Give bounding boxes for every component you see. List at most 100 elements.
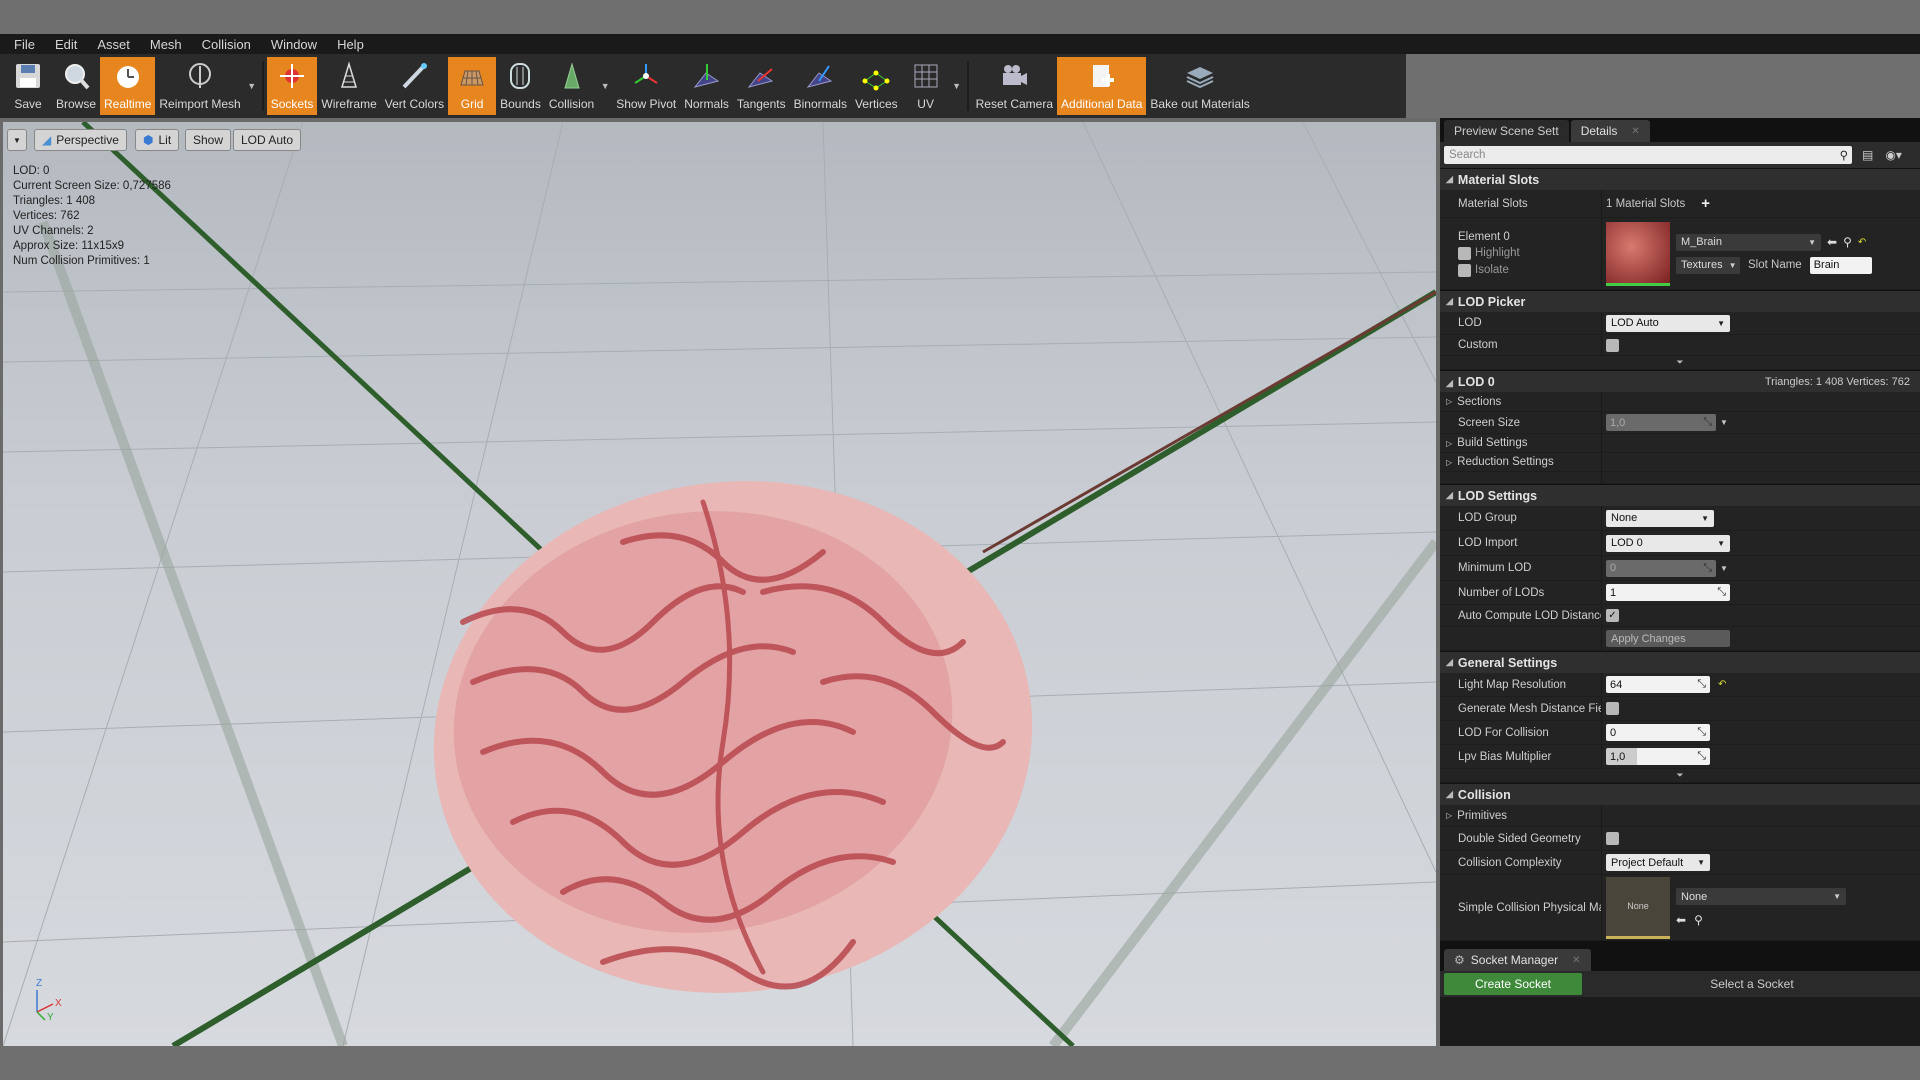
- menu-edit[interactable]: Edit: [45, 37, 87, 52]
- material-thumbnail[interactable]: [1606, 221, 1670, 286]
- use-selected-icon[interactable]: ⬅: [1676, 913, 1686, 927]
- tab-details[interactable]: Details ✕: [1570, 120, 1650, 142]
- distance-field-label: Generate Mesh Distance Fiel: [1440, 697, 1602, 720]
- lod-label: LOD: [1440, 312, 1602, 334]
- slot-name-input[interactable]: Brain: [1809, 256, 1872, 274]
- category-lod-settings[interactable]: ◢ LOD Settings: [1440, 484, 1920, 506]
- tangents-button[interactable]: Tangents: [733, 57, 790, 115]
- search-input[interactable]: Search ⚲: [1444, 146, 1852, 164]
- lod-for-collision-input[interactable]: 0 ⤡: [1606, 724, 1710, 741]
- viewport-options-button[interactable]: ▼: [7, 129, 27, 151]
- save-button[interactable]: Save: [4, 57, 52, 115]
- uv-dropdown[interactable]: ▼: [950, 57, 964, 115]
- show-button[interactable]: Show: [185, 129, 232, 151]
- menu-file[interactable]: File: [4, 37, 45, 52]
- view-options-icon[interactable]: ▤: [1862, 148, 1873, 162]
- expand-advanced-icon[interactable]: ⏷: [1440, 356, 1920, 370]
- vert-colors-button[interactable]: Vert Colors: [381, 57, 448, 115]
- grid-button[interactable]: Grid: [448, 57, 497, 115]
- lpv-bias-slider[interactable]: 1,0 ⤡: [1606, 748, 1710, 765]
- x-axis-segment: [982, 290, 1436, 554]
- lod-group-value: None: [1611, 512, 1638, 524]
- row-sections[interactable]: ▷ Sections: [1440, 392, 1920, 412]
- auto-compute-checkbox[interactable]: ✓: [1606, 609, 1619, 622]
- isolate-option[interactable]: Isolate: [1458, 263, 1509, 277]
- reset-icon[interactable]: ↶: [1858, 237, 1866, 248]
- physical-material-combo[interactable]: None ▼: [1676, 888, 1846, 905]
- category-material-slots[interactable]: ◢ Material Slots: [1440, 168, 1920, 190]
- create-socket-button[interactable]: Create Socket: [1444, 973, 1582, 995]
- collision-complexity-combo[interactable]: Project Default ▼: [1606, 854, 1710, 871]
- reset-camera-button[interactable]: Reset Camera: [972, 57, 1057, 115]
- distance-field-checkbox[interactable]: [1606, 702, 1619, 715]
- lit-button[interactable]: ⬢ Lit: [135, 129, 180, 151]
- bake-out-materials-button[interactable]: Bake out Materials: [1146, 57, 1253, 115]
- menu-collision[interactable]: Collision: [192, 37, 261, 52]
- lod-auto-button[interactable]: LOD Auto: [233, 129, 302, 151]
- category-lod-picker[interactable]: ◢ LOD Picker: [1440, 290, 1920, 312]
- collision-dropdown[interactable]: ▼: [598, 57, 612, 115]
- custom-checkbox[interactable]: [1606, 338, 1619, 352]
- add-icon[interactable]: +: [1701, 195, 1710, 212]
- browse-icon[interactable]: ⚲: [1843, 235, 1852, 249]
- highlight-checkbox[interactable]: [1458, 246, 1471, 260]
- lod-import-combo[interactable]: LOD 0 ▼: [1606, 534, 1730, 552]
- show-pivot-button[interactable]: Show Pivot: [612, 57, 680, 115]
- reimport-mesh-button[interactable]: Reimport Mesh: [155, 57, 244, 115]
- wireframe-button[interactable]: Wireframe: [317, 57, 380, 115]
- use-selected-icon[interactable]: ⬅: [1827, 235, 1837, 249]
- tab-socket-manager[interactable]: ⚙ Socket Manager ✕: [1444, 949, 1591, 971]
- category-title: LOD Picker: [1457, 294, 1526, 309]
- realtime-button[interactable]: Realtime: [100, 57, 156, 115]
- additional-data-button[interactable]: Additional Data: [1057, 57, 1147, 115]
- collision-button[interactable]: Collision: [545, 57, 598, 115]
- double-sided-checkbox[interactable]: [1606, 832, 1619, 845]
- binormals-button[interactable]: Binormals: [790, 57, 851, 115]
- material-name: M_Brain: [1681, 236, 1722, 248]
- normals-button[interactable]: Normals: [680, 57, 733, 115]
- vertices-button[interactable]: Vertices: [851, 57, 902, 115]
- row-reduction-settings[interactable]: ▷ Reduction Settings: [1440, 453, 1920, 472]
- eye-icon[interactable]: ◉▾: [1885, 148, 1902, 162]
- highlight-option[interactable]: Highlight: [1458, 246, 1520, 260]
- close-icon[interactable]: ✕: [1572, 955, 1580, 966]
- perspective-button[interactable]: ◢ Perspective: [34, 129, 127, 151]
- isolate-checkbox[interactable]: [1458, 263, 1471, 277]
- sockets-button[interactable]: Sockets: [266, 57, 318, 115]
- chevron-down-icon: ▼: [1808, 237, 1816, 247]
- lod-group-combo[interactable]: None ▼: [1606, 509, 1714, 527]
- category-lod-0[interactable]: ◢ LOD 0 Triangles: 1 408 Vertices: 762: [1440, 370, 1920, 392]
- chevron-down-icon[interactable]: ▼: [1720, 564, 1728, 573]
- close-icon[interactable]: ✕: [1631, 126, 1639, 137]
- menu-window[interactable]: Window: [261, 37, 327, 52]
- uv-button[interactable]: UV: [902, 57, 950, 115]
- screen-size-input[interactable]: 1,0 ⤡: [1606, 414, 1716, 431]
- row-build-settings[interactable]: ▷ Build Settings: [1440, 434, 1920, 453]
- menu-help[interactable]: Help: [327, 37, 374, 52]
- toolbar: Save Browse Realtime Reimport Mesh ▼ Soc…: [0, 54, 1406, 118]
- physical-material-thumbnail[interactable]: None: [1606, 876, 1670, 939]
- textures-combo[interactable]: Textures ▼: [1676, 256, 1740, 274]
- chevron-down-icon: ▼: [1717, 538, 1725, 548]
- tab-preview-scene-settings[interactable]: Preview Scene Sett: [1444, 120, 1569, 142]
- lod-combo[interactable]: LOD Auto ▼: [1606, 314, 1730, 332]
- number-of-lods-input[interactable]: 1 ⤡: [1606, 584, 1730, 601]
- browse-icon[interactable]: ⚲: [1694, 913, 1703, 927]
- browse-button[interactable]: Browse: [52, 57, 100, 115]
- bounds-button[interactable]: Bounds: [496, 57, 545, 115]
- apply-changes-button[interactable]: Apply Changes: [1606, 630, 1730, 647]
- chevron-down-icon[interactable]: ▼: [1720, 418, 1728, 427]
- reimport-dropdown[interactable]: ▼: [245, 57, 259, 115]
- menu-asset[interactable]: Asset: [87, 37, 140, 52]
- row-primitives[interactable]: ▷ Primitives: [1440, 805, 1920, 827]
- category-general-settings[interactable]: ◢ General Settings: [1440, 651, 1920, 673]
- material-combo[interactable]: M_Brain ▼: [1676, 233, 1821, 251]
- minimum-lod-input[interactable]: 0 ⤡: [1606, 559, 1716, 577]
- menu-mesh[interactable]: Mesh: [140, 37, 192, 52]
- expand-advanced-icon[interactable]: ⏷: [1440, 769, 1920, 783]
- lightmap-input[interactable]: 64 ⤡: [1606, 676, 1710, 693]
- additional-data-label: Additional Data: [1061, 97, 1143, 111]
- reset-icon[interactable]: ↶: [1718, 679, 1726, 690]
- viewport[interactable]: ▼ ◢ Perspective ⬢ Lit Show LOD Auto LOD:…: [3, 122, 1436, 1046]
- category-collision[interactable]: ◢ Collision: [1440, 783, 1920, 805]
